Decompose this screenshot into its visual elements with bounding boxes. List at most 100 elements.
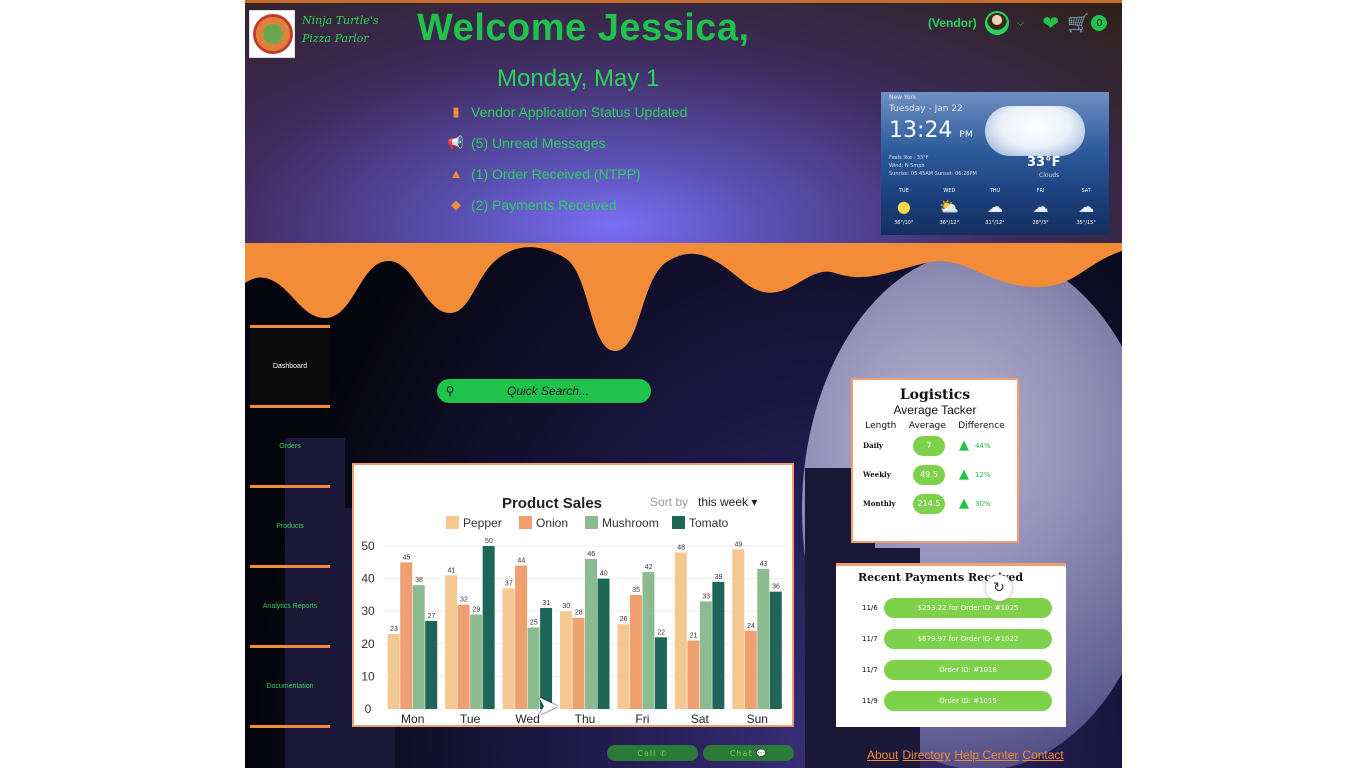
bar [617, 624, 630, 709]
bar [769, 591, 782, 709]
bar-value-label: 35 [632, 587, 640, 594]
refresh-icon[interactable]: ↻ [986, 575, 1012, 601]
logo-icon [253, 14, 293, 54]
tag-icon: ◆ [451, 196, 461, 212]
search-input[interactable] [463, 384, 633, 398]
sidebar-divider [250, 725, 330, 728]
notification-text: (1) Order Received (NTPP) [471, 165, 641, 182]
sidebar-item-analytics-reports[interactable]: Analytics Reports [250, 565, 330, 645]
notification-text: Vendor Application Status Updated [471, 103, 688, 120]
legend-swatch [672, 516, 685, 529]
brand-name[interactable]: Ninja Turtle's Pizza Parlor [302, 12, 392, 48]
logistics-subtitle: Average Tacker [893, 403, 977, 417]
storm-icon: ☁ [1032, 197, 1049, 216]
bar [400, 562, 413, 709]
payment-date: 11/9 [862, 696, 878, 705]
product-sales-chart: Product Sales Sort by this week ▾ Pepper Oni… [352, 463, 794, 727]
footer-link-contact[interactable]: Contact [1022, 748, 1063, 762]
y-tick-label: 40 [361, 572, 375, 586]
footer-link-help-center[interactable]: Help Center [954, 748, 1018, 762]
average-pill: 49.5 [913, 464, 945, 485]
bar [515, 565, 528, 709]
bar [597, 578, 610, 709]
legend-label: Mushroom [602, 516, 659, 530]
x-tick-label: Fri [635, 712, 649, 725]
payment-pill[interactable]: $253.22 for Order ID: #1025 [884, 597, 1052, 618]
chevron-down-icon[interactable]: ⌵ [1017, 18, 1025, 29]
diff-value: 30% [975, 499, 991, 508]
call-button[interactable]: Call ✆ [607, 745, 698, 761]
notification-item[interactable]: ◆ (2) Payments Received [441, 189, 687, 220]
payment-row: 11/9 Order ID: #1015 [862, 685, 1066, 716]
bar-value-label: 24 [747, 623, 755, 630]
bar [687, 640, 700, 709]
search-bar[interactable]: ⚲ [437, 379, 651, 403]
payment-pill[interactable]: Order ID: #1018 [884, 659, 1052, 680]
bar-value-label: 23 [390, 626, 398, 633]
logistics-card: Logistics Average Tacker Length Average … [851, 378, 1019, 543]
bar [732, 549, 745, 709]
page: Ninja Turtle's Pizza Parlor Welcome Jess… [245, 0, 1122, 768]
payment-date: 11/7 [862, 665, 878, 674]
diff-value: 44% [975, 441, 991, 450]
bar [674, 552, 687, 709]
sidebar-item-orders[interactable]: Orders [250, 405, 330, 485]
chart-title: Product Sales [502, 495, 602, 512]
heart-icon[interactable]: ❤ [1042, 11, 1059, 35]
weather-day: Tuesday - Jan 22 [889, 104, 963, 114]
weather-ampm: PM [959, 130, 973, 140]
bar-value-label: 50 [485, 538, 493, 545]
partly-cloudy-icon: ⛅ [939, 197, 960, 216]
snow-icon: ☁ [1078, 197, 1095, 216]
user-avatar[interactable] [984, 11, 1009, 35]
bar [482, 546, 495, 709]
bar-value-label: 36 [772, 584, 780, 591]
sort-value: this week ▾ [698, 495, 757, 509]
bar-value-label: 40 [600, 571, 608, 578]
footer-link-directory[interactable]: Directory [902, 748, 950, 762]
payment-pill[interactable]: $679.97 for Order ID: #1022 [884, 628, 1052, 649]
notification-item[interactable]: 📢 (5) Unread Messages [441, 127, 687, 158]
bar [699, 601, 712, 709]
y-tick-label: 10 [361, 669, 375, 683]
cart-count-badge: 0 [1091, 15, 1108, 31]
notification-item[interactable]: ▲ (1) Order Received (NTPP) [441, 158, 687, 189]
bar [387, 634, 400, 709]
legend-label: Pepper [463, 516, 502, 530]
legend-swatch [585, 516, 598, 529]
payment-date: 11/6 [862, 603, 878, 612]
file-icon: ▮ [452, 103, 460, 119]
y-tick-label: 50 [361, 539, 375, 553]
notification-item[interactable]: ▮ Vendor Application Status Updated [441, 96, 687, 127]
bar-value-label: 21 [690, 633, 698, 640]
notifications-list: ▮ Vendor Application Status Updated 📢 (5) … [441, 96, 687, 220]
sidebar-item-dashboard[interactable]: Dashboard [250, 325, 330, 405]
column-header: Difference [958, 421, 1005, 431]
orange-drip-divider [245, 243, 1122, 351]
bar-value-label: 43 [760, 561, 768, 568]
forecast-range: 28°/3° [1032, 220, 1049, 226]
bar-value-label: 33 [702, 593, 710, 600]
sidebar-item-products[interactable]: Products [250, 485, 330, 565]
diff-value: 12% [975, 470, 991, 479]
weather-widget: New York Tuesday - Jan 22 13:24 PM Feels… [881, 92, 1109, 235]
bar [457, 604, 470, 709]
up-arrow-icon: ▲ [959, 467, 969, 482]
bar-value-label: 22 [657, 629, 665, 636]
chat-button[interactable]: Chat 💬 [703, 745, 794, 761]
logo[interactable] [249, 10, 295, 58]
legend-swatch [446, 516, 459, 529]
payments-title: Recent Payments Received [858, 571, 1024, 584]
hero-header: Ninja Turtle's Pizza Parlor Welcome Jess… [245, 0, 1122, 245]
search-icon[interactable]: ⚲ [437, 384, 463, 398]
payment-row: 11/7 $679.97 for Order ID: #1022 [862, 623, 1066, 654]
cart-icon[interactable]: 🛒 [1067, 13, 1089, 34]
legend-label: Tomato [689, 516, 729, 530]
forecast-day: WED ⛅ 36°/12° [929, 188, 969, 226]
payment-pill[interactable]: Order ID: #1015 [884, 690, 1052, 711]
average-pill: 7 [913, 435, 945, 456]
brand-line2: Pizza Parlor [302, 32, 369, 45]
bar-value-label: 37 [505, 580, 513, 587]
sidebar-item-documentation[interactable]: Documentation [250, 645, 330, 725]
footer-link-about[interactable]: About [867, 748, 898, 762]
